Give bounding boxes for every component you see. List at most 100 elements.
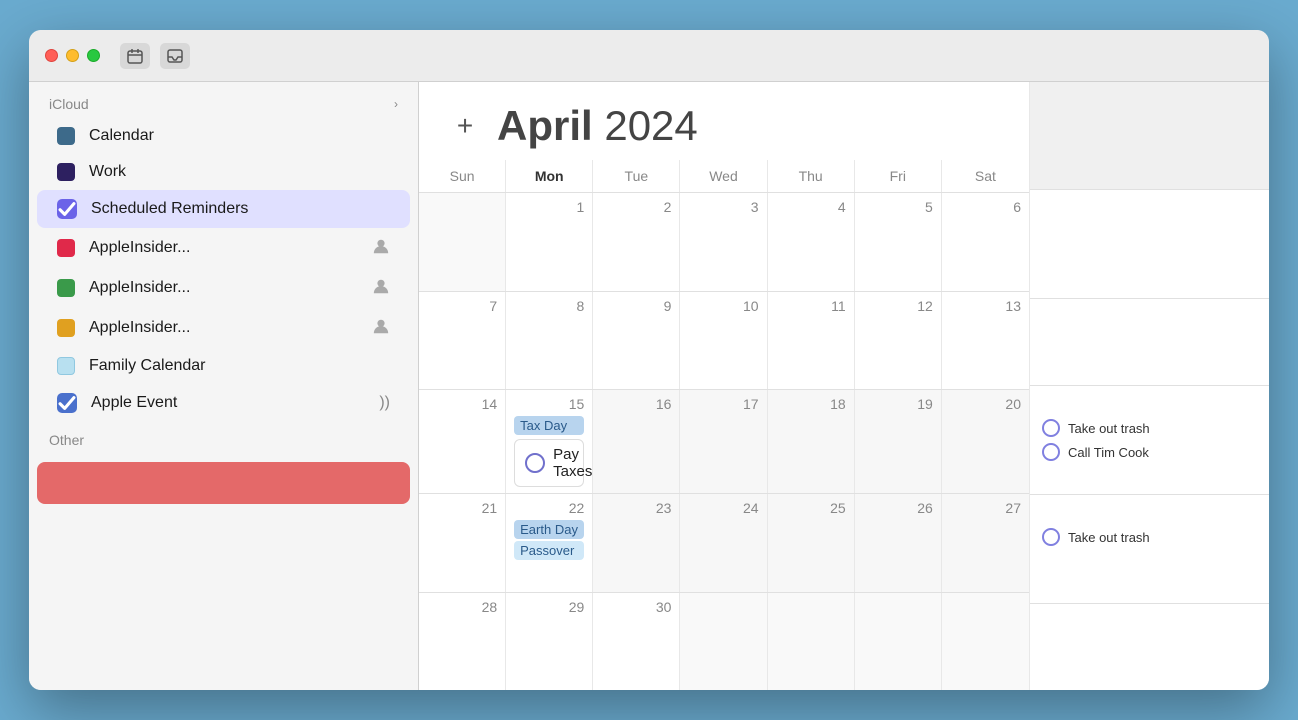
apple-event-label: Apple Event <box>91 394 365 412</box>
other-label: Other <box>49 432 84 448</box>
calendar-day[interactable] <box>419 193 506 291</box>
call-tim-cook-label: Call Tim Cook <box>1068 445 1149 460</box>
tax-day-event[interactable]: Tax Day <box>514 416 584 435</box>
calendar-day[interactable]: 27 <box>942 494 1029 592</box>
calendar-day[interactable]: 9 <box>593 292 680 390</box>
reminder-circle <box>1042 419 1060 437</box>
calendar-day[interactable]: 12 <box>855 292 942 390</box>
sidebar-item-scheduled-reminders[interactable]: Scheduled Reminders <box>37 190 410 228</box>
calendar-day[interactable]: 20 <box>942 390 1029 493</box>
week-row-5: 28 29 30 <box>419 593 1029 691</box>
month-label: April <box>497 102 593 149</box>
sidebar-item-appleinsider-green[interactable]: AppleInsider... <box>37 268 410 308</box>
calendar-weeks: 1 2 3 4 5 <box>419 193 1029 690</box>
icloud-section-header[interactable]: iCloud › <box>29 82 418 118</box>
appleinsider-green-label: AppleInsider... <box>89 279 358 297</box>
calendar-day[interactable]: 4 <box>768 193 855 291</box>
passover-event[interactable]: Passover <box>514 541 584 560</box>
take-out-trash-label-1: Take out trash <box>1068 421 1150 436</box>
day-header-sun: Sun <box>419 160 506 192</box>
calendar-day-21[interactable]: 21 <box>419 494 506 592</box>
calendar-item-label: Calendar <box>89 127 390 145</box>
calendar-day[interactable]: 23 <box>593 494 680 592</box>
calendar-day[interactable]: 2 <box>593 193 680 291</box>
calendar-day[interactable]: 28 <box>419 593 506 691</box>
calendar-day-22[interactable]: 22 Earth Day Passover <box>506 494 593 592</box>
calendar-day[interactable]: 19 <box>855 390 942 493</box>
add-event-button[interactable]: + <box>449 110 481 142</box>
add-calendar-button[interactable] <box>37 462 410 504</box>
pay-taxes-label: Pay Taxes <box>553 446 592 480</box>
day-header-wed: Wed <box>680 160 767 192</box>
sidebar-item-family-calendar[interactable]: Family Calendar <box>37 348 410 384</box>
reminder-take-out-trash-1[interactable]: Take out trash <box>1042 416 1257 440</box>
calendar-view-icon[interactable] <box>120 43 150 69</box>
calendar-day[interactable]: 6 <box>942 193 1029 291</box>
calendar-grid: Sun Mon Tue Wed Thu Fri Sat <box>419 160 1029 690</box>
calendar-day[interactable]: 8 <box>506 292 593 390</box>
week-row-4: 21 22 Earth Day Passover 23 24 25 26 27 <box>419 494 1029 593</box>
reminder-circle <box>1042 443 1060 461</box>
day-header-sat: Sat <box>942 160 1029 192</box>
calendar-day[interactable]: 18 <box>768 390 855 493</box>
sidebar-item-work[interactable]: Work <box>37 154 410 190</box>
day-header-tue: Tue <box>593 160 680 192</box>
icloud-label: iCloud <box>49 96 89 112</box>
calendar-day[interactable]: 5 <box>855 193 942 291</box>
other-section: Other <box>29 422 418 456</box>
reminder-call-tim-cook[interactable]: Call Tim Cook <box>1042 440 1257 464</box>
scheduled-reminders-label: Scheduled Reminders <box>91 200 390 218</box>
sidebar-item-calendar[interactable]: Calendar <box>37 118 410 154</box>
take-out-trash-label-2: Take out trash <box>1068 530 1150 545</box>
calendar-color-dot <box>57 127 75 145</box>
appleinsider-yellow-label: AppleInsider... <box>89 319 358 337</box>
person-badge-green <box>372 277 390 299</box>
person-badge-yellow <box>372 317 390 339</box>
reminders-week5 <box>1030 604 1269 690</box>
sidebar-item-appleinsider-red[interactable]: AppleInsider... <box>37 228 410 268</box>
calendar-day[interactable]: 7 <box>419 292 506 390</box>
calendar-day[interactable]: 17 <box>680 390 767 493</box>
reminder-take-out-trash-2[interactable]: Take out trash <box>1042 525 1257 549</box>
calendar-day[interactable] <box>942 593 1029 691</box>
reminders-panel: Take out trash Call Tim Cook Take out tr… <box>1029 82 1269 690</box>
inbox-icon[interactable] <box>160 43 190 69</box>
sidebar: iCloud › Calendar Work Schedule <box>29 82 419 690</box>
reminders-week3: Take out trash Call Tim Cook <box>1030 386 1269 495</box>
calendar-day[interactable]: 24 <box>680 494 767 592</box>
calendar-day[interactable]: 1 <box>506 193 593 291</box>
work-item-label: Work <box>89 163 390 181</box>
reminders-week1 <box>1030 190 1269 299</box>
calendar-area: + April 2024 Sun Mon Tue Wed Thu Fr <box>419 82 1029 690</box>
sidebar-item-appleinsider-yellow[interactable]: AppleInsider... <box>37 308 410 348</box>
calendar-day[interactable] <box>768 593 855 691</box>
pay-taxes-reminder[interactable]: Pay Taxes <box>514 439 584 487</box>
calendar-day[interactable]: 13 <box>942 292 1029 390</box>
earth-day-event[interactable]: Earth Day <box>514 520 584 539</box>
week-row-2: 7 8 9 10 11 <box>419 292 1029 391</box>
calendar-day[interactable]: 26 <box>855 494 942 592</box>
close-button[interactable] <box>45 49 58 62</box>
calendar-day[interactable] <box>680 593 767 691</box>
calendar-day[interactable]: 30 <box>593 593 680 691</box>
icloud-chevron: › <box>394 97 398 111</box>
calendar-day[interactable]: 11 <box>768 292 855 390</box>
calendar-header: + April 2024 <box>419 82 1029 160</box>
apple-event-checkbox <box>57 393 77 413</box>
week-row-1: 1 2 3 4 5 <box>419 193 1029 292</box>
calendar-day[interactable]: 25 <box>768 494 855 592</box>
calendar-day[interactable] <box>855 593 942 691</box>
calendar-day-14[interactable]: 14 <box>419 390 506 493</box>
work-color-dot <box>57 163 75 181</box>
calendar-day-15[interactable]: 15 Tax Day Pay Taxes <box>506 390 593 493</box>
sidebar-item-apple-event[interactable]: Apple Event )) <box>37 384 410 422</box>
calendar-day[interactable]: 16 <box>593 390 680 493</box>
family-calendar-label: Family Calendar <box>89 357 390 375</box>
calendar-day[interactable]: 10 <box>680 292 767 390</box>
minimize-button[interactable] <box>66 49 79 62</box>
calendar-day[interactable]: 3 <box>680 193 767 291</box>
appleinsider-green-dot <box>57 279 75 297</box>
reminders-week4: Take out trash <box>1030 495 1269 604</box>
calendar-day[interactable]: 29 <box>506 593 593 691</box>
maximize-button[interactable] <box>87 49 100 62</box>
